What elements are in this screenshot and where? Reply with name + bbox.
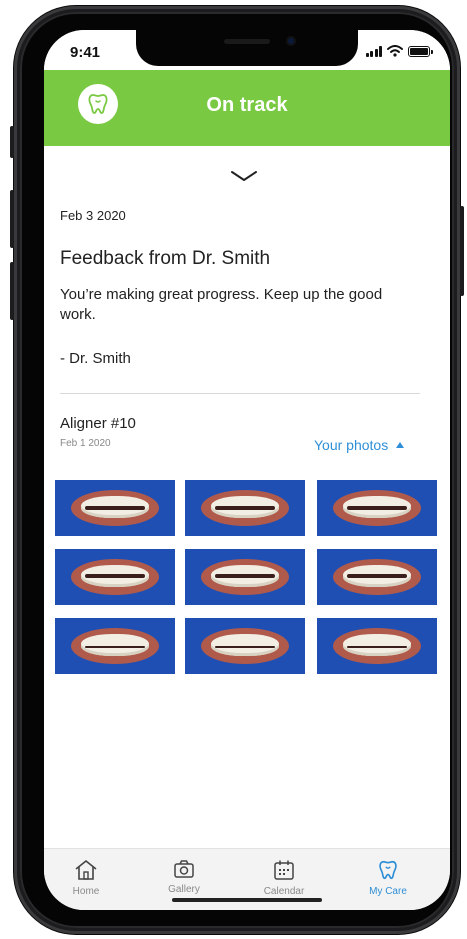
nav-label-my-care: My Care — [369, 886, 407, 897]
feedback-title: Feedback from Dr. Smith — [60, 248, 271, 269]
status-time: 9:41 — [70, 44, 101, 61]
teeth-photo[interactable] — [317, 480, 437, 536]
feedback-signature: - Dr. Smith — [60, 350, 131, 367]
app-header: On track — [44, 70, 450, 146]
teeth-photo[interactable] — [185, 480, 305, 536]
mute-switch — [10, 126, 14, 158]
nav-label-home: Home — [72, 886, 100, 897]
aligner-date: Feb 1 2020 — [60, 438, 111, 449]
chevron-down-icon[interactable] — [229, 169, 259, 183]
teeth-photo[interactable] — [185, 549, 305, 605]
battery-icon — [408, 45, 433, 57]
camera-notch — [136, 30, 358, 66]
feedback-date: Feb 3 2020 — [60, 208, 126, 223]
nav-item-my-care[interactable]: My Care — [348, 859, 428, 897]
teeth-photo[interactable] — [317, 549, 437, 605]
your-photos-toggle[interactable]: Your photos — [314, 437, 405, 453]
home-icon — [75, 860, 97, 880]
page-title: On track — [206, 94, 288, 116]
nav-label-calendar: Calendar — [263, 886, 305, 897]
cellular-signal-icon — [365, 45, 382, 57]
your-photos-label: Your photos — [314, 437, 389, 453]
teeth-photo[interactable] — [55, 618, 175, 674]
teeth-photo[interactable] — [185, 618, 305, 674]
aligner-title: Aligner #10 — [60, 415, 136, 432]
caret-up-icon — [396, 442, 405, 448]
nav-item-gallery[interactable]: Gallery — [144, 859, 224, 895]
volume-up-button — [10, 190, 14, 248]
home-indicator — [172, 898, 322, 902]
teeth-photo[interactable] — [317, 618, 437, 674]
status-icons — [365, 45, 433, 57]
power-button — [460, 206, 464, 296]
tooth-icon — [379, 860, 397, 880]
wifi-icon — [387, 45, 403, 57]
calendar-icon — [274, 860, 294, 880]
teeth-photo[interactable] — [55, 549, 175, 605]
nav-item-home[interactable]: Home — [46, 859, 126, 897]
nav-label-gallery: Gallery — [168, 884, 200, 895]
section-divider — [60, 393, 420, 394]
front-camera — [286, 36, 296, 46]
camera-icon — [174, 860, 194, 878]
feedback-message: You’re making great progress. Keep up th… — [60, 286, 383, 323]
nav-item-calendar[interactable]: Calendar — [244, 859, 324, 897]
app-screen: 9:41 On track Feb 3 2020 Feedback from D… — [44, 30, 450, 910]
speaker-grille — [224, 39, 270, 44]
volume-down-button — [10, 262, 14, 320]
teeth-photo[interactable] — [55, 480, 175, 536]
